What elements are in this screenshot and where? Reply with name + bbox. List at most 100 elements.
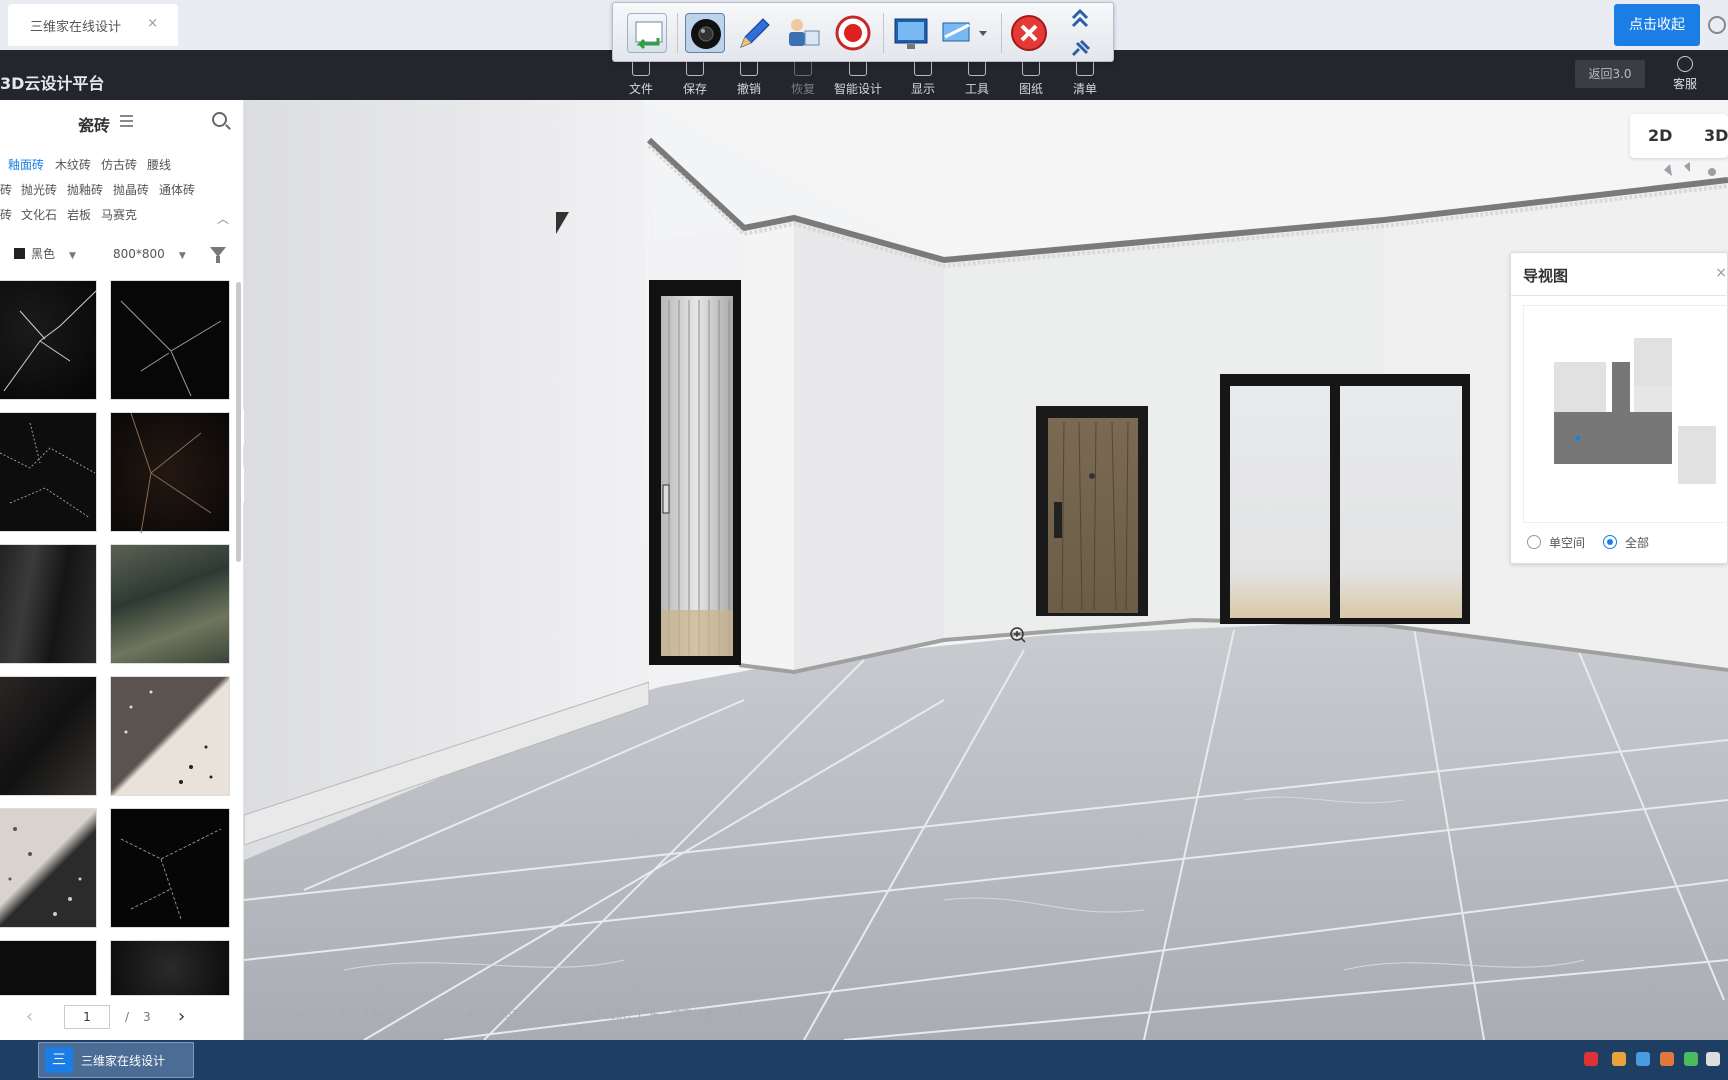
room-render	[244, 100, 1728, 1040]
category-waistline[interactable]: 腰线	[147, 156, 171, 173]
back-to-3-button[interactable]: 返回3.0	[1575, 60, 1645, 88]
pin-icon[interactable]	[1065, 35, 1095, 59]
category-culture-stone[interactable]: 文化石	[21, 206, 57, 223]
material-tile[interactable]	[110, 280, 230, 400]
monitor-dropdown-icon[interactable]	[939, 13, 993, 53]
material-tile[interactable]	[110, 808, 230, 928]
tray-app-icon[interactable]	[1584, 1052, 1598, 1066]
close-circle-graphic	[1011, 15, 1047, 51]
category-polished-tile[interactable]: 抛光砖	[21, 181, 57, 198]
browser-tab[interactable]: 三维家在线设计 ×	[8, 4, 178, 46]
vein-graphic	[0, 422, 96, 519]
category-tile-truncated[interactable]: 砖	[0, 206, 12, 223]
floorplan-graphic	[1554, 338, 1716, 484]
material-tile[interactable]	[0, 412, 97, 532]
tray-network-icon[interactable]	[1684, 1052, 1698, 1066]
panel-scrollbar[interactable]	[236, 282, 241, 562]
pin-graphic	[1071, 39, 1091, 57]
chevron-right-icon[interactable]: ›	[178, 1006, 185, 1027]
room-block	[1554, 362, 1606, 412]
view-2d-button[interactable]: 2D	[1648, 126, 1672, 145]
tray-volume-icon[interactable]	[1706, 1052, 1720, 1066]
recorder-separator	[883, 13, 884, 53]
size-filter-dropdown[interactable]: 800*800 ▼	[113, 242, 186, 266]
room-block-active	[1554, 412, 1672, 464]
chevron-graphic	[1071, 8, 1089, 28]
category-antique-tile[interactable]: 仿古砖	[101, 156, 137, 173]
taskbar-app-button[interactable]: 三 三维家在线设计	[38, 1042, 194, 1078]
view-3d-button[interactable]: 3D	[1704, 126, 1728, 145]
floorplan-minimap[interactable]	[1523, 305, 1728, 523]
pen-icon[interactable]	[733, 13, 773, 53]
recorder-separator	[1001, 13, 1002, 53]
close-icon[interactable]: ×	[1715, 265, 1727, 281]
category-glaze-polished-tile[interactable]: 抛釉砖	[67, 181, 103, 198]
material-tile[interactable]	[110, 940, 230, 996]
return-icon[interactable]	[627, 13, 667, 53]
navigation-map-panel: 导视图 × 单空间 全部	[1510, 252, 1728, 564]
category-crystal-tile[interactable]: 抛晶砖	[113, 181, 149, 198]
material-tile[interactable]	[0, 676, 97, 796]
sliding-glass-right	[1340, 386, 1462, 618]
all-spaces-label: 全部	[1625, 536, 1650, 550]
sliding-door-mullion	[1330, 380, 1340, 620]
presenter-graphic	[789, 19, 820, 46]
material-tile[interactable]	[0, 544, 97, 664]
door-handle	[662, 484, 670, 514]
customer-service-button[interactable]: 客服	[1660, 56, 1710, 96]
category-glazed-tile[interactable]: 釉面砖	[8, 156, 44, 173]
recorder-toolbar	[612, 2, 1114, 62]
viewport-status: 实用面积：100.17m² V:4.0.0.957 技术提供：广东三维家信息科技…	[284, 1006, 840, 1022]
tab-close-icon[interactable]: ×	[147, 16, 158, 31]
pagination: ‹ 1 / 3 ›	[0, 998, 244, 1038]
panel-title: 瓷砖	[78, 116, 111, 135]
category-slate[interactable]: 岩板	[67, 206, 91, 223]
glass-door-panel	[661, 296, 733, 656]
double-chevron-up-icon[interactable]	[1065, 5, 1095, 31]
return-arrow-graphic	[635, 21, 663, 50]
material-tile[interactable]	[110, 544, 230, 664]
record-icon[interactable]	[833, 13, 873, 53]
single-space-label: 单空间	[1549, 536, 1586, 550]
material-tile[interactable]	[0, 280, 97, 400]
single-space-radio[interactable]	[1527, 535, 1541, 549]
category-wood-grain-tile[interactable]: 木纹砖	[55, 156, 91, 173]
os-taskbar: 三 三维家在线设计	[0, 1040, 1728, 1080]
material-tile[interactable]	[110, 412, 230, 534]
all-spaces-radio[interactable]	[1603, 535, 1617, 549]
color-filter-dropdown[interactable]: 黑色 ▼	[14, 242, 76, 266]
navmap-divider	[1511, 295, 1728, 296]
collapse-button[interactable]: 点击收起	[1614, 4, 1700, 46]
chevron-left-icon[interactable]: ‹	[26, 1006, 33, 1027]
material-tile[interactable]	[0, 808, 97, 928]
pen-graphic	[740, 18, 770, 48]
tray-app-icon[interactable]	[1612, 1052, 1626, 1066]
screen-icon[interactable]	[891, 13, 931, 53]
camera-icon[interactable]	[685, 13, 725, 53]
category-mosaic[interactable]: 马赛克	[101, 206, 137, 223]
help-circle-icon[interactable]	[1708, 16, 1726, 34]
material-tile[interactable]	[110, 676, 230, 796]
list-icon[interactable]	[120, 115, 133, 127]
headset-icon	[1677, 56, 1693, 72]
room-block	[1612, 362, 1630, 412]
provider-text: 技术提供：广东三维家信息科技有限公司	[582, 1008, 781, 1021]
chevron-down-icon: ▼	[69, 251, 76, 261]
material-panel: 瓷砖 釉面砖 木纹砖 仿古砖 腰线 砖 抛光砖 抛釉砖 抛晶砖 通体砖 砖 文化…	[0, 100, 244, 1040]
vein-graphic	[3, 290, 97, 392]
tray-app-icon[interactable]	[1660, 1052, 1674, 1066]
3d-viewport[interactable]	[244, 100, 1728, 1040]
tray-app-icon[interactable]	[1636, 1052, 1650, 1066]
color-swatch	[14, 248, 25, 259]
vein-graphic	[120, 828, 222, 920]
category-tile-truncated[interactable]: 砖	[0, 181, 12, 198]
presenter-icon[interactable]	[783, 13, 823, 53]
chevron-up-icon[interactable]: ︿	[217, 210, 229, 227]
close-circle-icon[interactable]	[1009, 13, 1049, 53]
page-separator: /	[125, 1010, 130, 1024]
filter-icon[interactable]	[210, 247, 226, 263]
page-input[interactable]: 1	[64, 1005, 110, 1029]
category-full-body-tile[interactable]: 通体砖	[159, 181, 195, 198]
material-tile[interactable]	[0, 940, 97, 996]
search-icon[interactable]	[212, 112, 227, 127]
